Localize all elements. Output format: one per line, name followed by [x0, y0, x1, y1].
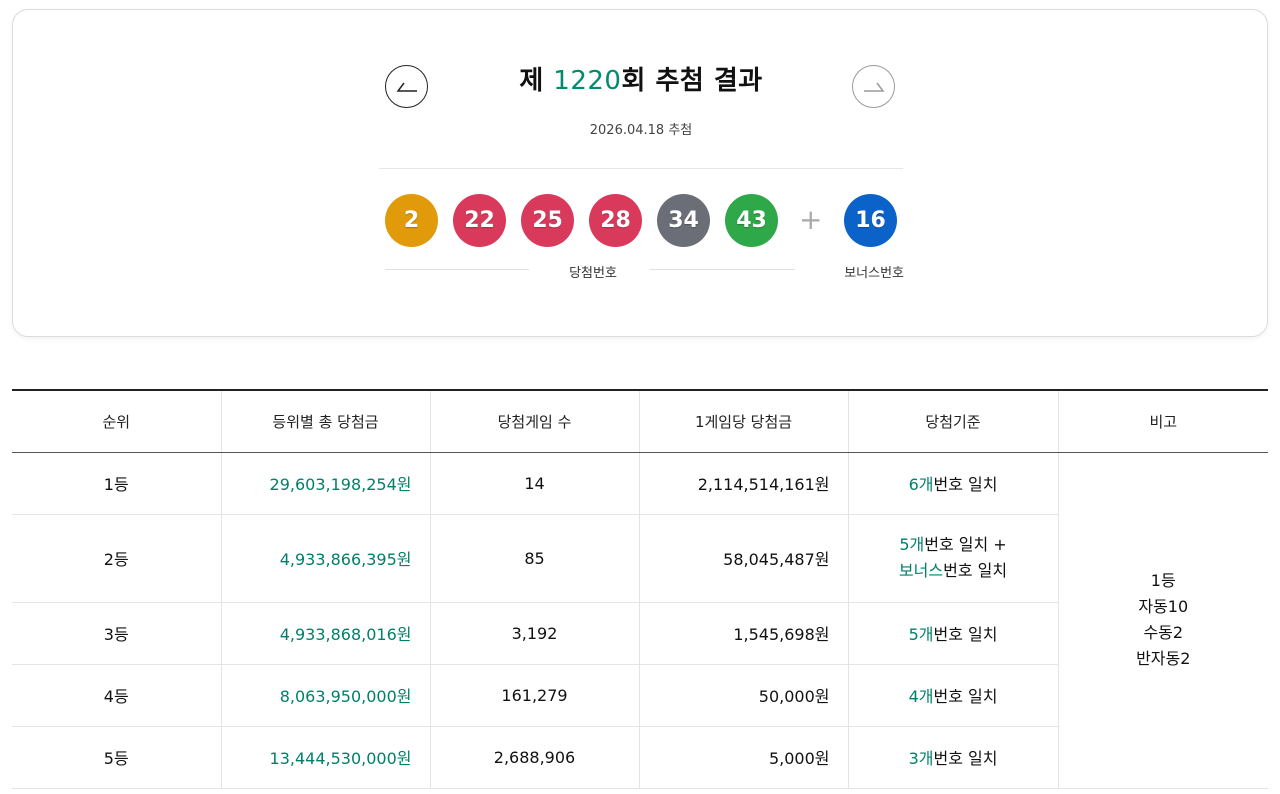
winning-ball-5: 34 — [657, 194, 710, 247]
winner-count-cell: 3,192 — [430, 602, 640, 665]
winner-count-cell: 2,688,906 — [430, 726, 640, 789]
title-prefix: 제 — [519, 66, 554, 96]
note-cell: 1등 자동10 수동2 반자동2 — [1057, 452, 1268, 789]
criteria-count: 4개 — [908, 687, 934, 706]
plus-sign: + — [799, 203, 823, 236]
winner-count-cell: 14 — [430, 452, 640, 515]
total-prize-cell: 13,444,530,000원 — [221, 726, 431, 789]
next-round-button[interactable] — [852, 65, 895, 108]
criteria-text: 번호 일치 + — [924, 535, 1007, 554]
criteria-cell: 3개번호 일치 — [848, 726, 1058, 789]
prize-per-game-cell: 1,545,698원 — [639, 602, 849, 665]
draw-date: 2026.04.18 추첨 — [589, 123, 693, 138]
prize-per-game-cell: 5,000원 — [639, 726, 849, 789]
criteria-count: 5개 — [908, 625, 934, 644]
table-row: 1등 29,603,198,254원 14 2,114,514,161원 6개번… — [12, 452, 1268, 789]
prize-per-game-cell: 2,114,514,161원 — [639, 452, 849, 515]
criteria-bonus: 보너스 — [898, 561, 944, 580]
criteria-count: 5개 — [899, 535, 925, 554]
rank-cell: 3등 — [12, 602, 222, 665]
title-suffix: 회 추첨 결과 — [621, 66, 763, 96]
note-line: 수동2 — [1143, 623, 1184, 642]
criteria-cell: 5개번호 일치 + 보너스번호 일치 — [848, 514, 1058, 603]
criteria-text: 번호 일치 — [933, 475, 998, 494]
winning-numbers-label: 당첨번호 — [569, 266, 617, 281]
header-criteria: 당첨기준 — [848, 390, 1059, 453]
label-line-left — [385, 269, 529, 270]
criteria-text: 번호 일치 — [943, 561, 1008, 580]
winning-ball-2: 22 — [453, 194, 506, 247]
table-header-row: 순위 등위별 총 당첨금 당첨게임 수 1게임당 당첨금 당첨기준 비고 — [12, 390, 1268, 453]
bonus-ball: 16 — [844, 194, 897, 247]
criteria-text: 번호 일치 — [933, 749, 998, 768]
criteria-text: 번호 일치 — [933, 625, 998, 644]
winner-count-cell: 161,279 — [430, 664, 640, 727]
prize-per-game-cell: 50,000원 — [639, 664, 849, 727]
rank-cell: 4등 — [12, 664, 222, 727]
criteria-text: 번호 일치 — [933, 687, 998, 706]
header-total-prize: 등위별 총 당첨금 — [221, 390, 431, 453]
total-prize-cell: 4,933,868,016원 — [221, 602, 431, 665]
rank-cell: 1등 — [12, 452, 222, 515]
header-note: 비고 — [1058, 390, 1268, 453]
criteria-count: 6개 — [908, 475, 934, 494]
winner-count-cell: 85 — [430, 514, 640, 603]
winning-ball-4: 28 — [589, 194, 642, 247]
note-line: 1등 — [1150, 571, 1176, 590]
winning-ball-6: 43 — [725, 194, 778, 247]
label-line-right — [650, 269, 795, 270]
criteria-cell: 5개번호 일치 — [848, 602, 1058, 665]
draw-result-card: 제 1220회 추첨 결과 2026.04.18 추첨 2 22 25 28 3… — [12, 9, 1268, 337]
bonus-number-label: 보너스번호 — [844, 266, 904, 281]
total-prize-cell: 8,063,950,000원 — [221, 664, 431, 727]
winning-ball-1: 2 — [385, 194, 438, 247]
criteria-cell: 6개번호 일치 — [848, 452, 1059, 515]
header-prize-per-game: 1게임당 당첨금 — [639, 390, 849, 453]
page-title: 제 1220회 추첨 결과 — [413, 60, 869, 97]
total-prize-cell: 29,603,198,254원 — [221, 452, 431, 515]
prize-per-game-cell: 58,045,487원 — [639, 514, 849, 603]
round-number: 1220 — [553, 66, 622, 96]
arrow-right-icon — [863, 82, 884, 92]
criteria-count: 3개 — [908, 749, 934, 768]
divider — [379, 168, 903, 169]
rank-cell: 5등 — [12, 726, 222, 789]
prize-table: 순위 등위별 총 당첨금 당첨게임 수 1게임당 당첨금 당첨기준 비고 1등 … — [12, 389, 1268, 789]
header-rank: 순위 — [12, 390, 222, 453]
rank-cell: 2등 — [12, 514, 222, 603]
note-line: 자동10 — [1138, 597, 1189, 616]
note-line: 반자동2 — [1136, 649, 1191, 668]
winning-ball-3: 25 — [521, 194, 574, 247]
total-prize-cell: 4,933,866,395원 — [221, 514, 431, 603]
balls-row: 2 22 25 28 34 43 + 16 — [385, 194, 905, 248]
criteria-cell: 4개번호 일치 — [848, 664, 1058, 727]
header-winner-count: 당첨게임 수 — [430, 390, 640, 453]
